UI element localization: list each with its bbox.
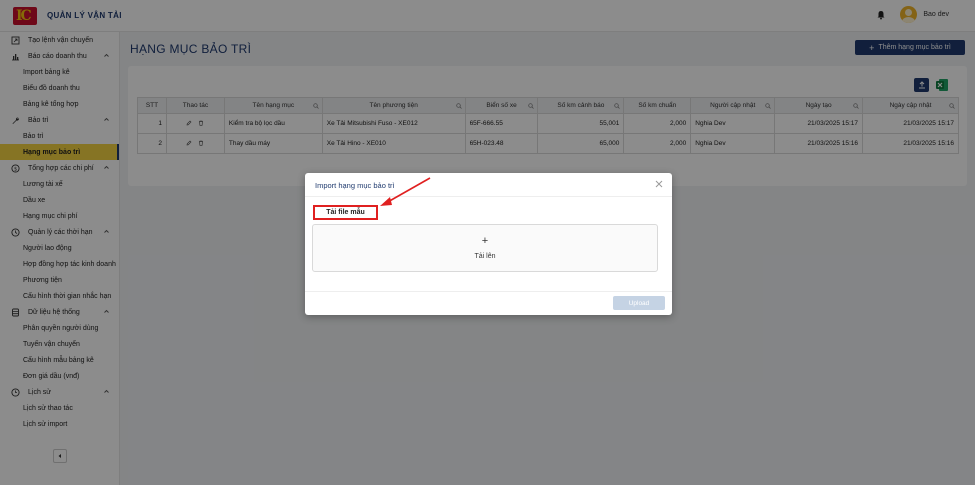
upload-dropzone[interactable]: + Tải lên — [312, 224, 658, 272]
download-template-link[interactable]: Tải file mẫu — [313, 205, 378, 220]
annotation-arrow-icon — [380, 177, 431, 206]
modal-divider — [305, 196, 672, 197]
dropzone-label: Tải lên — [474, 253, 496, 260]
plus-icon: + — [481, 235, 489, 247]
modal-footer-divider — [305, 291, 672, 292]
upload-button[interactable]: Upload — [613, 296, 665, 310]
close-icon[interactable] — [655, 180, 663, 188]
import-modal: Import hạng mục bảo trì Tải file mẫu + T… — [305, 173, 672, 315]
